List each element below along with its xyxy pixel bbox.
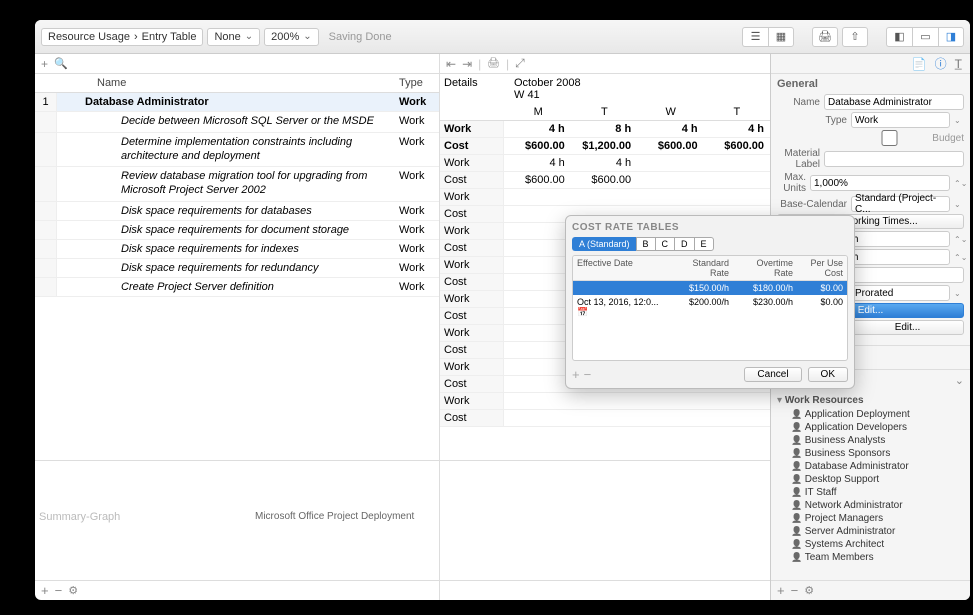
res-gear-icon[interactable]: ⚙ bbox=[804, 584, 814, 597]
remove-row-icon[interactable]: − bbox=[55, 583, 63, 598]
rate-tab[interactable]: B bbox=[636, 237, 655, 251]
chart-title: Summary-Graph bbox=[39, 511, 120, 523]
filter-select[interactable]: None bbox=[207, 28, 260, 46]
zoom-select[interactable]: 200% bbox=[264, 28, 319, 46]
col-details[interactable]: Details bbox=[440, 74, 510, 104]
day-t1: T bbox=[571, 104, 637, 120]
print-icon[interactable]: 🖨 bbox=[812, 27, 838, 47]
list-item[interactable]: Application Developers bbox=[777, 421, 964, 434]
type-select[interactable]: Work bbox=[851, 112, 950, 128]
name-field[interactable] bbox=[824, 94, 964, 110]
list-item[interactable]: Application Deployment bbox=[777, 408, 964, 421]
remove-res-icon[interactable]: − bbox=[791, 583, 799, 598]
col-type[interactable]: Type bbox=[397, 74, 439, 92]
calendar-view-icon[interactable]: ▦ bbox=[768, 27, 794, 47]
list-item[interactable]: Business Sponsors bbox=[777, 447, 964, 460]
accrue-select[interactable]: Prorated bbox=[851, 285, 950, 301]
table-row[interactable]: Create Project Server definitionWork bbox=[35, 278, 439, 297]
add-icon[interactable]: + bbox=[41, 57, 48, 71]
budget-check[interactable] bbox=[851, 130, 928, 146]
chart-subtitle: Microsoft Office Project Deployment bbox=[255, 511, 414, 522]
rate-tab[interactable]: A (Standard) bbox=[572, 237, 636, 251]
list-item[interactable]: IT Staff bbox=[777, 486, 964, 499]
remove-rate-icon[interactable]: − bbox=[584, 367, 596, 382]
table-row[interactable]: 1Database AdministratorWork bbox=[35, 93, 439, 112]
table-row[interactable]: Disk space requirements for redundancyWo… bbox=[35, 259, 439, 278]
doc-icon[interactable]: 📄 bbox=[912, 57, 927, 71]
list-item[interactable]: Desktop Support bbox=[777, 473, 964, 486]
back-icon[interactable]: ⇤ bbox=[446, 57, 456, 71]
rate-table[interactable]: Effective Date Standard Rate Overtime Ra… bbox=[572, 255, 848, 361]
toolbar: Resource Usage › Entry Table None 200% S… bbox=[35, 20, 970, 54]
share-icon[interactable]: ⇧ bbox=[842, 27, 868, 47]
table-row[interactable]: Determine implementation constraints inc… bbox=[35, 133, 439, 168]
basecal-select[interactable]: Standard (Project-C... bbox=[851, 196, 950, 212]
summary-chart: Summary-Graph Microsoft Office Project D… bbox=[35, 460, 439, 580]
ok-button[interactable]: OK bbox=[808, 367, 848, 382]
table-row[interactable]: Disk space requirements for databasesWor… bbox=[35, 202, 439, 221]
col-name[interactable]: Name bbox=[57, 74, 397, 92]
panel-right-icon[interactable]: ◨ bbox=[938, 27, 964, 47]
panel-bottom-icon[interactable]: ▭ bbox=[912, 27, 938, 47]
section-general: General bbox=[777, 78, 964, 90]
save-status: Saving Done bbox=[329, 31, 392, 43]
cost-rate-popover: COST RATE TABLES A (Standard)BCDE Effect… bbox=[565, 215, 855, 389]
rate-row[interactable]: Oct 13, 2016, 12:0... 📅$200.00/h$230.00/… bbox=[573, 295, 847, 320]
rate-tab[interactable]: C bbox=[655, 237, 675, 251]
cancel-button[interactable]: Cancel bbox=[744, 367, 801, 382]
panel-left-icon[interactable]: ◧ bbox=[886, 27, 912, 47]
rate-tab[interactable]: E bbox=[694, 237, 714, 251]
rate-tab[interactable]: D bbox=[674, 237, 694, 251]
list-item[interactable]: Team Members bbox=[777, 551, 964, 564]
edit-button-2[interactable]: Edit... bbox=[851, 320, 964, 335]
group-work[interactable]: Work Resources bbox=[777, 395, 964, 406]
matlabel-field[interactable] bbox=[824, 151, 964, 167]
list-item[interactable]: Business Analysts bbox=[777, 434, 964, 447]
expand-icon[interactable]: ⤢ bbox=[515, 56, 525, 71]
day-w: W bbox=[638, 104, 704, 120]
left-strip: + 🔍 bbox=[35, 54, 439, 74]
task-list[interactable]: 1Database AdministratorWorkDecide betwee… bbox=[35, 93, 439, 460]
popover-title: COST RATE TABLES bbox=[572, 222, 848, 233]
table-row[interactable]: Disk space requirements for indexesWork bbox=[35, 240, 439, 259]
rate-row[interactable]: $150.00/h$180.00/h$0.00 bbox=[573, 281, 847, 295]
rate-table-tabs[interactable]: A (Standard)BCDE bbox=[572, 237, 848, 251]
day-m: M bbox=[505, 104, 571, 120]
list-item[interactable]: Project Managers bbox=[777, 512, 964, 525]
list-item[interactable]: Network Administrator bbox=[777, 499, 964, 512]
bar-chart: $1,200.00$2,400.00$2,400.00$5,400.00$6,6… bbox=[440, 460, 770, 580]
gear-icon[interactable]: ⚙ bbox=[68, 584, 78, 597]
print-mid-icon[interactable]: 🖨 bbox=[487, 58, 500, 69]
fwd-icon[interactable]: ⇥ bbox=[462, 57, 472, 71]
table-row[interactable]: Disk space requirements for document sto… bbox=[35, 221, 439, 240]
maxunits-field[interactable] bbox=[810, 175, 950, 191]
add-rate-icon[interactable]: + bbox=[572, 367, 584, 382]
text-icon[interactable]: T̲ bbox=[955, 57, 962, 71]
search-icon[interactable]: 🔍 bbox=[54, 57, 68, 70]
crumb-table[interactable]: Entry Table bbox=[142, 31, 197, 43]
month-label: October 2008 bbox=[514, 77, 766, 89]
list-item[interactable]: Server Administrator bbox=[777, 525, 964, 538]
day-t2: T bbox=[704, 104, 770, 120]
breadcrumb[interactable]: Resource Usage › Entry Table bbox=[41, 28, 203, 46]
info-icon[interactable]: ⓘ bbox=[935, 55, 947, 72]
table-row[interactable]: Review database migration tool for upgra… bbox=[35, 167, 439, 202]
table-row[interactable]: Decide between Microsoft SQL Server or t… bbox=[35, 112, 439, 133]
crumb-view[interactable]: Resource Usage bbox=[48, 31, 130, 43]
resource-tree[interactable]: Work Resources Application DeploymentApp… bbox=[771, 391, 970, 580]
list-item[interactable]: Database Administrator bbox=[777, 460, 964, 473]
list-view-icon[interactable]: ☰ bbox=[742, 27, 768, 47]
add-res-icon[interactable]: + bbox=[777, 583, 785, 598]
week-label: W 41 bbox=[514, 89, 766, 101]
list-item[interactable]: Systems Architect bbox=[777, 538, 964, 551]
add-row-icon[interactable]: + bbox=[41, 583, 49, 598]
